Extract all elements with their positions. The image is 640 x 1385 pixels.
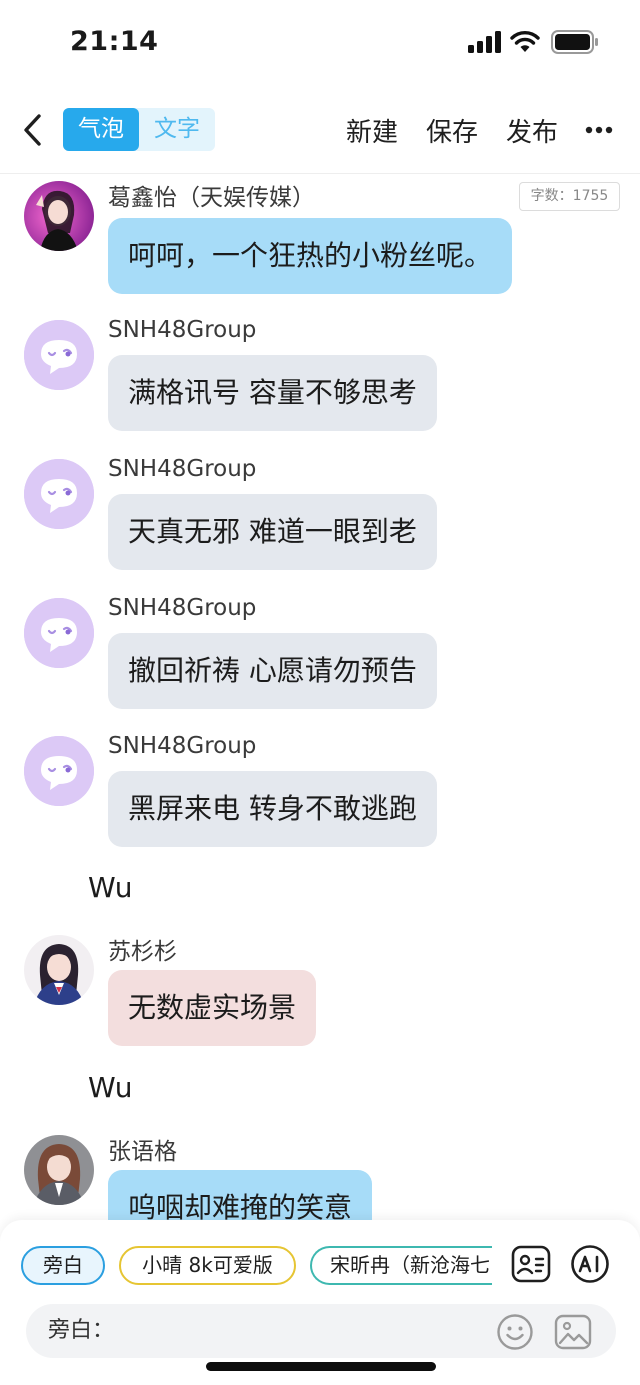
mode-toggle: 气泡 文字 [63, 108, 215, 151]
sender-name: SNH48Group [108, 317, 257, 343]
avatar[interactable] [24, 736, 94, 806]
avatar[interactable] [24, 1135, 94, 1205]
role-chip[interactable]: 小晴 8k可爱版 [119, 1246, 296, 1285]
avatar[interactable] [24, 181, 94, 251]
sender-name: 苏杉杉 [108, 939, 177, 965]
back-arrow-icon[interactable] [18, 110, 48, 150]
chat-bubble-icon [24, 459, 94, 529]
message-bubble[interactable]: 天真无邪 难道一眼到老 [108, 494, 437, 570]
image-icon[interactable] [554, 1313, 592, 1351]
message-bubble[interactable]: 撤回祈祷 心愿请勿预告 [108, 633, 437, 709]
message-bubble[interactable]: 满格讯号 容量不够思考 [108, 355, 437, 431]
sender-name: SNH48Group [108, 456, 257, 482]
emoji-icon[interactable] [496, 1313, 534, 1351]
status-bar: 21:14 [0, 0, 640, 86]
role-chip-narration[interactable]: 旁白 [21, 1246, 105, 1285]
more-options-icon[interactable] [585, 126, 613, 134]
save-button[interactable]: 保存 [426, 112, 478, 149]
sender-name: 张语格 [108, 1139, 177, 1165]
nav-bar: 气泡 文字 新建 保存 发布 [0, 86, 640, 174]
avatar[interactable] [24, 598, 94, 668]
chat-bubble-icon [24, 736, 94, 806]
sender-name: SNH48Group [108, 595, 257, 621]
new-button[interactable]: 新建 [346, 112, 398, 149]
narration-text[interactable]: Wu [88, 871, 132, 904]
message-bubble[interactable]: 无数虚实场景 [108, 970, 317, 1046]
home-indicator[interactable] [206, 1362, 436, 1371]
avatar[interactable] [24, 459, 94, 529]
avatar[interactable] [24, 320, 94, 390]
role-chip[interactable]: 宋昕冉（新沧海七 [310, 1246, 492, 1285]
avatar[interactable] [24, 935, 94, 1005]
cellular-signal-icon [468, 31, 501, 53]
input-role-label: 旁白： [48, 1318, 115, 1343]
tab-text[interactable]: 文字 [139, 108, 215, 151]
bottom-panel: 旁白 小晴 8k可爱版 宋昕冉（新沧海七 旁白： [0, 1220, 640, 1385]
sender-name: 葛鑫怡（天娱传媒） [108, 185, 315, 211]
battery-icon [551, 30, 598, 54]
word-count-badge: 字数：1755 [519, 182, 620, 211]
status-time: 21:14 [70, 26, 159, 57]
sender-name: SNH48Group [108, 733, 257, 759]
message-bubble[interactable]: 呵呵，一个狂热的小粉丝呢。 [108, 218, 513, 294]
message-bubble[interactable]: 黑屏来电 转身不敢逃跑 [108, 771, 437, 847]
ai-icon[interactable] [570, 1244, 610, 1284]
contact-card-icon[interactable] [511, 1244, 551, 1284]
chat-bubble-icon [24, 320, 94, 390]
publish-button[interactable]: 发布 [506, 112, 558, 149]
wifi-icon [510, 31, 540, 52]
chat-bubble-icon [24, 598, 94, 668]
narration-text[interactable]: Wu [88, 1071, 132, 1104]
tab-bubble[interactable]: 气泡 [63, 108, 139, 151]
